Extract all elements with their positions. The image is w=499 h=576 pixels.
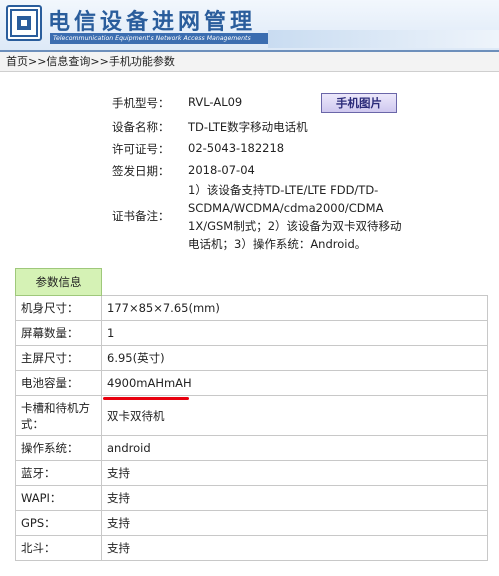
site-logo-icon xyxy=(6,5,42,41)
device-name-label: 设备名称： xyxy=(112,120,170,134)
param-value: 支持 xyxy=(101,535,488,561)
table-row: 屏幕数量： 1 xyxy=(15,320,488,346)
phone-image-button[interactable]: 手机图片 xyxy=(321,93,397,113)
params-header: 参数信息 xyxy=(15,268,102,296)
remarks-value: 1）该设备支持TD-LTE/LTE FDD/TD-SCDMA/WCDMA/cdm… xyxy=(188,183,402,251)
license-value: 02-5043-182218 xyxy=(188,141,285,155)
table-row: 蓝牙： 支持 xyxy=(15,460,488,486)
param-value: 双卡双待机 xyxy=(101,395,488,436)
issue-date-label: 签发日期： xyxy=(112,164,170,178)
table-row: 卡槽和待机方式： 双卡双待机 xyxy=(15,395,488,436)
issue-date-value: 2018-07-04 xyxy=(188,163,255,177)
param-key: WAPI： xyxy=(15,485,102,511)
site-subtitle: Telecommunication Equipment's Network Ac… xyxy=(50,33,271,44)
param-key: 蓝牙： xyxy=(15,460,102,486)
param-value: 177×85×7.65(mm) xyxy=(101,295,488,321)
table-row: 电池容量： 4900mAHmAH xyxy=(15,370,488,396)
param-value: 6.95(英寸) xyxy=(101,345,488,371)
param-key: 屏幕数量： xyxy=(15,320,102,346)
param-key: 操作系统： xyxy=(15,435,102,461)
table-row: WAPI： 支持 xyxy=(15,485,488,511)
param-key: 电池容量： xyxy=(15,370,102,396)
params-table: 参数信息 机身尺寸： 177×85×7.65(mm) 屏幕数量： 1 主屏尺寸：… xyxy=(15,268,488,561)
param-value: 支持 xyxy=(101,510,488,536)
param-value: 支持 xyxy=(101,485,488,511)
table-row: 机身尺寸： 177×85×7.65(mm) xyxy=(15,295,488,321)
param-key: 主屏尺寸： xyxy=(15,345,102,371)
param-value: 1 xyxy=(101,320,488,346)
site-header: 电信设备进网管理 Telecommunication Equipment's N… xyxy=(0,0,499,52)
model-value: RVL-AL09 xyxy=(188,95,243,109)
battery-highlight-underline xyxy=(103,397,189,400)
param-key: 卡槽和待机方式： xyxy=(15,395,102,436)
breadcrumb[interactable]: 首页>>信息查询>>手机功能参数 xyxy=(0,52,499,72)
param-value: android xyxy=(101,435,488,461)
header-decoration xyxy=(268,30,499,48)
params-header-spacer xyxy=(102,269,488,296)
table-row: 主屏尺寸： 6.95(英寸) xyxy=(15,345,488,371)
param-key: 机身尺寸： xyxy=(15,295,102,321)
table-row: 北斗： 支持 xyxy=(15,535,488,561)
param-key: GPS： xyxy=(15,510,102,536)
site-title: 电信设备进网管理 xyxy=(48,9,257,35)
param-key: 北斗： xyxy=(15,535,102,561)
device-name-value: TD-LTE数字移动电话机 xyxy=(188,120,308,134)
param-value-battery: 4900mAHmAH xyxy=(101,370,488,396)
param-value: 支持 xyxy=(101,460,488,486)
table-row: 操作系统： android xyxy=(15,435,488,461)
license-label: 许可证号： xyxy=(112,142,170,156)
remarks-label: 证书备注： xyxy=(112,209,170,223)
model-label: 手机型号： xyxy=(112,96,170,110)
table-row: GPS： 支持 xyxy=(15,510,488,536)
